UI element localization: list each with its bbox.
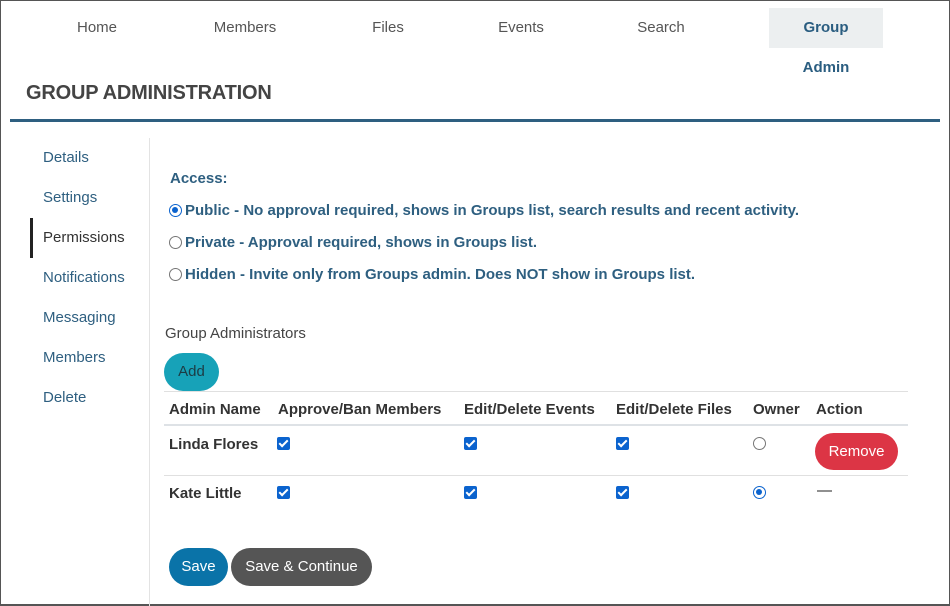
column-header-approve-ban: Approve/Ban Members [278, 401, 442, 418]
sidebar-item-settings[interactable]: Settings [30, 178, 150, 218]
title-divider [10, 119, 940, 122]
owner-radio[interactable] [753, 486, 766, 499]
access-label: Access: [170, 170, 228, 187]
sidebar-nav: Details Settings Permissions Notificatio… [30, 138, 150, 418]
sidebar-divider [149, 138, 150, 606]
table-row: Kate Little — [164, 476, 908, 525]
tab-files[interactable]: Files [360, 8, 416, 48]
add-admin-button[interactable]: Add [164, 353, 219, 391]
approve-ban-checkbox[interactable] [277, 486, 290, 499]
sidebar-item-members[interactable]: Members [30, 338, 150, 378]
column-header-owner: Owner [753, 401, 800, 418]
sidebar-item-delete[interactable]: Delete [30, 378, 150, 418]
radio-public[interactable] [169, 204, 182, 217]
column-header-edit-events: Edit/Delete Events [464, 401, 595, 418]
owner-radio[interactable] [753, 437, 766, 450]
access-option-private[interactable]: Private - Approval required, shows in Gr… [169, 234, 537, 251]
radio-hidden[interactable] [169, 268, 182, 281]
sidebar-item-details[interactable]: Details [30, 138, 150, 178]
remove-admin-button[interactable]: Remove [815, 433, 898, 470]
edit-files-checkbox[interactable] [616, 486, 629, 499]
admins-table-header: Admin Name Approve/Ban Members Edit/Dele… [164, 392, 908, 426]
no-action-dash: — [817, 482, 832, 499]
edit-events-checkbox[interactable] [464, 437, 477, 450]
save-button[interactable]: Save [169, 548, 228, 586]
group-administrators-heading: Group Administrators [165, 325, 306, 342]
tab-search[interactable]: Search [626, 8, 696, 48]
edit-events-checkbox[interactable] [464, 486, 477, 499]
radio-private[interactable] [169, 236, 182, 249]
save-and-continue-button[interactable]: Save & Continue [231, 548, 372, 586]
edit-files-checkbox[interactable] [616, 437, 629, 450]
table-row: Linda Flores Remove [164, 427, 908, 476]
tab-events[interactable]: Events [486, 8, 556, 48]
tab-members[interactable]: Members [200, 8, 290, 48]
tab-group-admin[interactable]: Group Admin [769, 8, 883, 76]
access-option-public[interactable]: Public - No approval required, shows in … [169, 202, 799, 219]
top-navigation: Home Members Files Events Search Group A… [0, 8, 950, 76]
access-option-hidden-label: Hidden - Invite only from Groups admin. … [185, 266, 696, 283]
sidebar-item-permissions[interactable]: Permissions [30, 218, 150, 258]
access-option-public-label: Public - No approval required, shows in … [185, 202, 800, 219]
column-header-edit-files: Edit/Delete Files [616, 401, 732, 418]
approve-ban-checkbox[interactable] [277, 437, 290, 450]
tab-home[interactable]: Home [66, 8, 128, 48]
page-title: GROUP ADMINISTRATION [26, 82, 272, 104]
access-option-hidden[interactable]: Hidden - Invite only from Groups admin. … [169, 266, 695, 283]
column-header-action: Action [816, 401, 863, 418]
access-option-private-label: Private - Approval required, shows in Gr… [185, 234, 538, 251]
admin-name: Kate Little [169, 485, 242, 502]
sidebar-item-messaging[interactable]: Messaging [30, 298, 150, 338]
column-header-admin-name: Admin Name [169, 401, 261, 418]
admin-name: Linda Flores [169, 436, 259, 453]
sidebar-item-notifications[interactable]: Notifications [30, 258, 150, 298]
